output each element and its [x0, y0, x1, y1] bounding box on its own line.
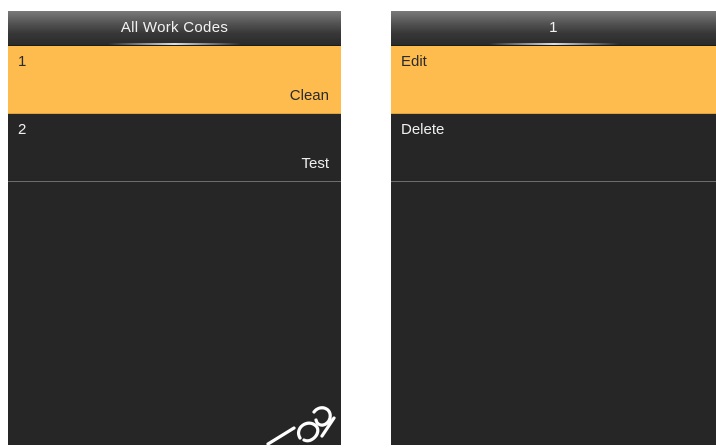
work-code-row[interactable]: 2 Test — [8, 114, 341, 182]
work-code-options-screen: 1 Edit Delete — [391, 11, 716, 445]
work-code-number: 1 — [18, 53, 27, 70]
title-bar: All Work Codes — [8, 11, 341, 46]
work-code-number: 2 — [18, 121, 27, 138]
screen-title: All Work Codes — [120, 19, 229, 36]
work-code-row[interactable]: 1 Clean — [8, 46, 341, 114]
work-codes-screen: All Work Codes 1 Clean 2 Test — [8, 11, 341, 445]
menu-item-delete[interactable]: Delete — [391, 114, 716, 182]
work-code-name: Test — [301, 155, 329, 172]
menu-item-label: Delete — [401, 121, 445, 138]
title-bar-highlight — [107, 43, 242, 45]
menu-item-label: Edit — [401, 53, 427, 70]
menu-item-edit[interactable]: Edit — [391, 46, 716, 114]
work-code-name: Clean — [289, 87, 329, 104]
screen-title: 1 — [549, 19, 558, 36]
title-bar-highlight — [488, 43, 619, 45]
title-bar: 1 — [391, 11, 716, 46]
